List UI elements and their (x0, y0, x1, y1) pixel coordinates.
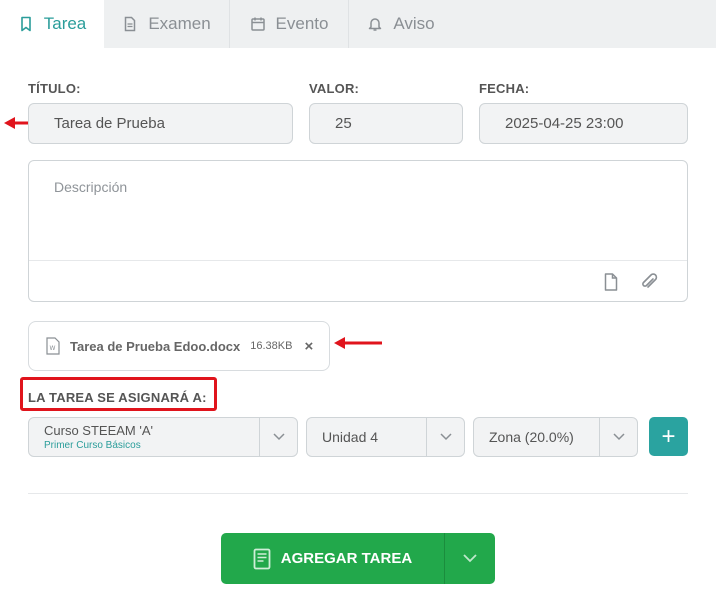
red-arrow-attachment (334, 337, 382, 349)
submit-button-group: AGREGAR TAREA (221, 533, 495, 584)
tab-aviso[interactable]: Aviso (349, 0, 453, 48)
title-input[interactable]: Tarea de Prueba (28, 103, 293, 144)
document-icon (125, 16, 136, 32)
chevron-down-icon (426, 418, 464, 456)
tab-evento-label: Evento (275, 14, 329, 33)
add-task-button[interactable]: AGREGAR TAREA (221, 533, 444, 584)
description-textarea[interactable]: Descripción (28, 160, 688, 302)
tab-evento[interactable]: Evento (230, 0, 349, 48)
add-task-label: AGREGAR TAREA (280, 550, 413, 567)
word-file-icon: W (46, 337, 60, 355)
red-arrow-title (4, 117, 30, 129)
attachment-name: Tarea de Prueba Edoo.docx (70, 338, 241, 354)
course-select-value: Curso STEEAM 'A' Primer Curso Básicos (29, 423, 259, 451)
paperclip-icon[interactable] (639, 272, 659, 292)
attachment-remove-button[interactable]: × (304, 338, 313, 355)
description-toolbar (29, 260, 687, 301)
unit-select[interactable]: Unidad 4 (306, 417, 465, 457)
book-icon (253, 548, 271, 569)
bell-icon (369, 18, 382, 31)
tab-tarea-label: Tarea (43, 14, 87, 33)
course-select[interactable]: Curso STEEAM 'A' Primer Curso Básicos (28, 417, 298, 457)
file-icon[interactable] (601, 272, 621, 292)
chevron-down-icon (599, 418, 637, 456)
assign-label: LA TAREA SE ASIGNARÁ A: (28, 390, 207, 405)
zone-select-value: Zona (20.0%) (489, 429, 574, 445)
submit-dropdown-toggle[interactable] (444, 533, 495, 584)
tab-examen-label: Examen (148, 14, 211, 33)
date-label: FECHA: (479, 81, 530, 96)
course-subtitle: Primer Curso Básicos (44, 440, 141, 451)
chevron-down-icon (259, 418, 297, 456)
description-placeholder: Descripción (54, 179, 128, 195)
date-input[interactable]: 2025-04-25 23:00 (479, 103, 688, 144)
tab-bar: Tarea Examen Evento Aviso (0, 0, 716, 48)
value-label: VALOR: (309, 81, 360, 96)
tab-examen[interactable]: Examen (104, 0, 230, 48)
unit-select-value: Unidad 4 (322, 429, 379, 445)
value-input[interactable]: 25 (309, 103, 463, 144)
course-name: Curso STEEAM 'A' (44, 423, 153, 438)
attachment-size: 16.38KB (250, 340, 293, 352)
tab-tarea[interactable]: Tarea (0, 0, 104, 48)
calendar-icon (250, 17, 265, 31)
svg-text:W: W (50, 345, 56, 352)
title-label: TÍTULO: (28, 81, 81, 96)
attachment-chip: W Tarea de Prueba Edoo.docx 16.38KB × (28, 321, 330, 371)
bookmark-icon (20, 16, 31, 32)
divider (28, 493, 688, 494)
zone-select[interactable]: Zona (20.0%) (473, 417, 638, 457)
tab-aviso-label: Aviso (393, 14, 435, 33)
add-assignment-button[interactable]: + (649, 417, 688, 456)
chevron-down-icon (463, 554, 477, 563)
